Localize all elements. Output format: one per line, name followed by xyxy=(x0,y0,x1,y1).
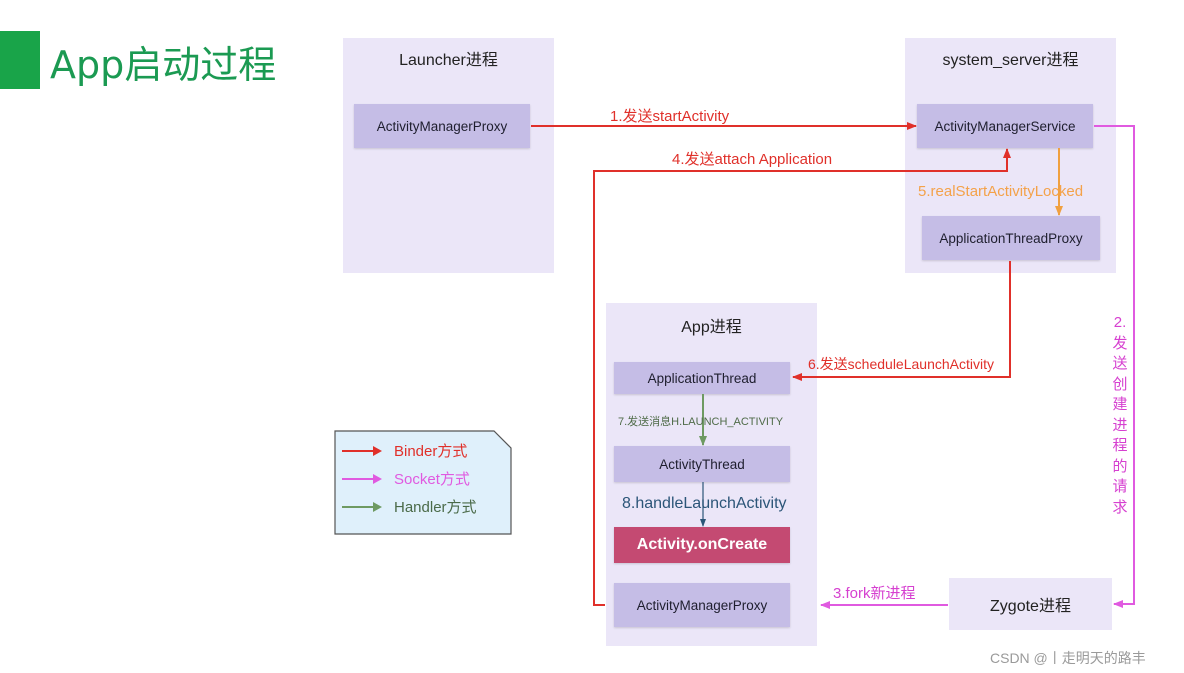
step2-char: 送 xyxy=(1112,355,1128,372)
step2-char: 请 xyxy=(1112,478,1128,495)
legend-item-binder: Binder方式 xyxy=(334,440,467,461)
legend-item-handler: Handler方式 xyxy=(334,496,477,517)
edge-label-step3: 3.fork新进程 xyxy=(833,585,916,602)
legend-label: Socket方式 xyxy=(394,471,470,488)
step2-char: 发 xyxy=(1112,334,1128,352)
step2-char: 建 xyxy=(1112,396,1128,413)
edge-label-step1: 1.发送startActivity xyxy=(610,108,730,125)
step2-char: 程 xyxy=(1112,437,1128,454)
edge-label-step8: 8.handleLaunchActivity xyxy=(622,495,787,512)
edge-label-step7: 7.发送消息H.LAUNCH_ACTIVITY xyxy=(618,416,784,428)
step2-char: 创 xyxy=(1112,375,1128,393)
socket-arrow-icon xyxy=(342,473,382,484)
edge-label-step2: 2. 发 送 创 建 进 程 的 请 求 xyxy=(1111,313,1129,518)
handler-arrow-icon xyxy=(342,501,382,512)
binder-arrow-icon xyxy=(342,445,382,456)
step2-char: 的 xyxy=(1112,457,1128,475)
step2-char: 求 xyxy=(1112,498,1128,516)
legend-label: Handler方式 xyxy=(394,499,477,516)
arrows-layer xyxy=(531,122,1135,609)
legend-item-socket: Socket方式 xyxy=(334,468,470,489)
edge-label-step5: 5.realStartActivityLocked xyxy=(918,183,1084,200)
edge-label-step4: 4.发送attach Application xyxy=(672,151,833,168)
legend: Binder方式 Socket方式 Handler方式 xyxy=(334,430,512,535)
legend-label: Binder方式 xyxy=(394,443,468,460)
step2-char: 2. xyxy=(1113,314,1127,331)
watermark: CSDN @丨走明天的路丰 xyxy=(990,650,1146,666)
step2-char: 进 xyxy=(1112,416,1128,434)
edge-label-step6: 6.发送scheduleLaunchActivity xyxy=(808,356,994,372)
